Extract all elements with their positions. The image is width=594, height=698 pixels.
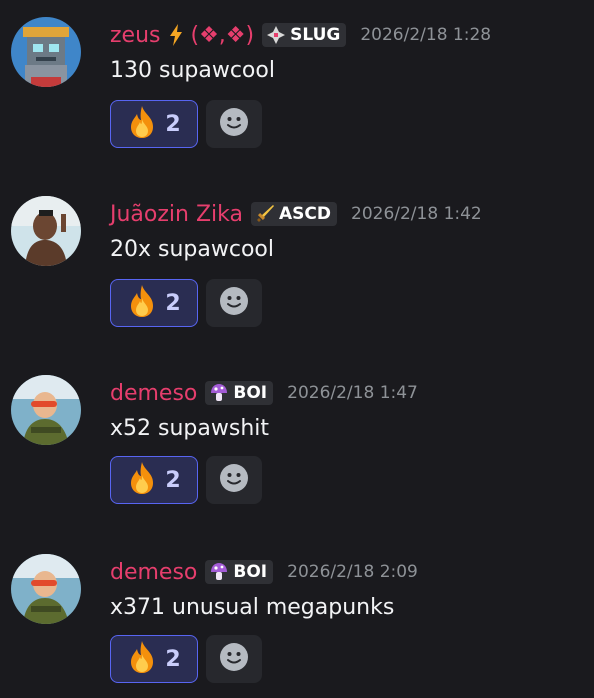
reaction-count: 2 bbox=[165, 111, 181, 137]
message: Juãozin Zika ASCD 2026/2/18 1:42 20x sup… bbox=[0, 179, 594, 339]
user-tag[interactable]: BOI bbox=[205, 381, 274, 405]
user-tag[interactable]: SLUG bbox=[262, 23, 347, 47]
fire-icon bbox=[127, 640, 157, 678]
reaction-count: 2 bbox=[165, 467, 181, 493]
mushroom-icon bbox=[209, 562, 229, 582]
timestamp[interactable]: 2026/2/18 1:42 bbox=[351, 204, 482, 224]
tag-label: ASCD bbox=[279, 204, 331, 224]
smiley-icon bbox=[219, 286, 249, 320]
reaction-fire[interactable]: 2 bbox=[110, 456, 198, 504]
timestamp[interactable]: 2026/2/18 1:47 bbox=[287, 383, 418, 403]
sword-icon bbox=[255, 204, 275, 224]
reaction-count: 2 bbox=[165, 290, 181, 316]
username[interactable]: Juãozin Zika bbox=[110, 202, 243, 227]
reaction-fire[interactable]: 2 bbox=[110, 279, 198, 327]
message-header: demeso BOI 2026/2/18 1:47 bbox=[110, 378, 418, 408]
message-header: demeso BOI 2026/2/18 2:09 bbox=[110, 557, 418, 587]
message-header: Juãozin Zika ASCD 2026/2/18 1:42 bbox=[110, 199, 482, 229]
reactions-bar: 2 bbox=[110, 635, 262, 683]
timestamp[interactable]: 2026/2/18 2:09 bbox=[287, 562, 418, 582]
message: demeso BOI 2026/2/18 2:09 x371 unusual m… bbox=[0, 537, 594, 697]
reactions-bar: 2 bbox=[110, 279, 262, 327]
avatar[interactable] bbox=[11, 196, 81, 266]
fire-icon bbox=[127, 284, 157, 322]
fire-icon bbox=[127, 461, 157, 499]
add-reaction-button[interactable] bbox=[206, 635, 262, 683]
message: zeus (❖,❖) SLUG 2026/2/18 1:28 130 supaw… bbox=[0, 0, 594, 160]
smiley-icon bbox=[219, 463, 249, 497]
reaction-fire[interactable]: 2 bbox=[110, 100, 198, 148]
add-reaction-button[interactable] bbox=[206, 279, 262, 327]
username-extra: (❖,❖) bbox=[190, 22, 255, 48]
avatar[interactable] bbox=[11, 375, 81, 445]
reactions-bar: 2 bbox=[110, 100, 262, 148]
diamond-shuriken-icon bbox=[266, 25, 286, 45]
message-header: zeus (❖,❖) SLUG 2026/2/18 1:28 bbox=[110, 20, 491, 50]
message-content: 130 supawcool bbox=[110, 58, 275, 83]
username[interactable]: demeso bbox=[110, 560, 197, 585]
reaction-count: 2 bbox=[165, 646, 181, 672]
avatar[interactable] bbox=[11, 554, 81, 624]
message-content: 20x supawcool bbox=[110, 237, 274, 262]
tag-label: BOI bbox=[233, 562, 268, 582]
message: demeso BOI 2026/2/18 1:47 x52 supawshit bbox=[0, 358, 594, 518]
message-feed: zeus (❖,❖) SLUG 2026/2/18 1:28 130 supaw… bbox=[0, 0, 594, 698]
user-tag[interactable]: BOI bbox=[205, 560, 274, 584]
message-content: x52 supawshit bbox=[110, 416, 269, 441]
tag-label: BOI bbox=[233, 383, 268, 403]
username[interactable]: demeso bbox=[110, 381, 197, 406]
reaction-fire[interactable]: 2 bbox=[110, 635, 198, 683]
mushroom-icon bbox=[209, 383, 229, 403]
username[interactable]: zeus bbox=[110, 23, 161, 48]
add-reaction-button[interactable] bbox=[206, 456, 262, 504]
reactions-bar: 2 bbox=[110, 456, 262, 504]
tag-label: SLUG bbox=[290, 25, 341, 45]
user-tag[interactable]: ASCD bbox=[251, 202, 337, 226]
timestamp[interactable]: 2026/2/18 1:28 bbox=[360, 25, 491, 45]
avatar[interactable] bbox=[11, 17, 81, 87]
fire-icon bbox=[127, 105, 157, 143]
add-reaction-button[interactable] bbox=[206, 100, 262, 148]
smiley-icon bbox=[219, 642, 249, 676]
message-content: x371 unusual megapunks bbox=[110, 595, 395, 620]
smiley-icon bbox=[219, 107, 249, 141]
lightning-icon bbox=[169, 24, 183, 46]
